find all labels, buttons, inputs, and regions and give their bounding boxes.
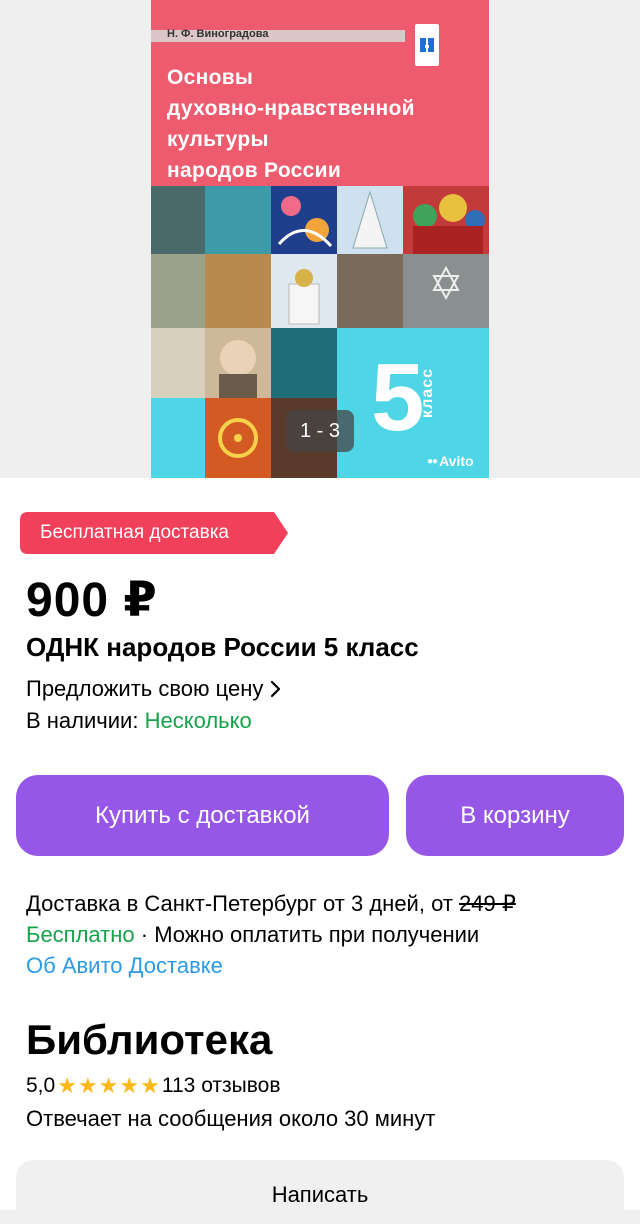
mosaic-tile — [337, 254, 403, 328]
cover-title-line: духовно-нравственной — [167, 97, 415, 120]
mosaic-tile — [151, 186, 205, 254]
delivery-payment-line: Бесплатно · Можно оплатить при получении — [26, 919, 626, 950]
avito-logo-icon: ●● — [427, 455, 438, 467]
reviews-count: 113 отзывов — [161, 1074, 281, 1097]
cover-title-line: Основы — [167, 66, 254, 89]
mosaic-tile — [403, 254, 489, 328]
cover-title-line: народов России — [167, 159, 342, 182]
rating-stars: ★ ★ ★ ★ ★ — [57, 1075, 160, 1097]
delivery-separator: · — [134, 922, 155, 947]
cover-grade-number: 5 — [371, 344, 425, 451]
cover-title-line: культуры — [167, 128, 269, 151]
mosaic-tile — [151, 254, 205, 328]
stock-value: Несколько — [144, 708, 252, 733]
star-icon: ★ — [119, 1073, 140, 1098]
cover-title: Основы духовно-нравственной культуры нар… — [167, 62, 477, 186]
free-delivery-badge: Бесплатная доставка — [20, 512, 288, 554]
mosaic-tile — [205, 398, 271, 478]
mosaic-tile — [403, 186, 489, 254]
cover-grade-word: класс — [419, 368, 436, 419]
stock-status: В наличии: Несколько — [26, 708, 252, 734]
listing-price: 900 ₽ — [26, 574, 158, 627]
delivery-info: Доставка в Санкт-Петербург от 3 дней, от… — [26, 888, 626, 981]
avito-watermark: ●● Avito — [427, 453, 474, 469]
buy-with-delivery-button[interactable]: Купить с доставкой — [16, 775, 389, 856]
seller-response-time: Отвечает на сообщения около 30 минут — [26, 1106, 436, 1131]
photo-gallery[interactable]: Н. Ф. Виноградова Основы духовно-нравств… — [0, 0, 640, 478]
listing-title: ОДНК народов России 5 класс — [26, 632, 419, 662]
delivery-payment-text: Можно оплатить при получении — [154, 922, 480, 947]
about-avito-delivery-link[interactable]: Об Авито Доставке — [26, 953, 223, 978]
book-cover-image: Н. Ф. Виноградова Основы духовно-нравств… — [151, 0, 489, 478]
delivery-line: Доставка в Санкт-Петербург от 3 дней, от… — [26, 888, 626, 919]
delivery-text: Доставка в Санкт-Петербург от 3 дней, от — [26, 891, 460, 916]
image-counter: 1 - 3 — [286, 410, 354, 452]
delivery-free-label: Бесплатно — [26, 922, 135, 947]
seller-name[interactable]: Библиотека — [26, 1016, 272, 1064]
mosaic-tile — [205, 254, 271, 328]
star-icon: ★ — [98, 1073, 119, 1098]
mosaic-tile — [337, 186, 403, 254]
offer-price-label: Предложить свою цену — [26, 676, 264, 701]
badge-label: Бесплатная доставка — [40, 522, 229, 543]
seller-rating[interactable]: 5,0 ★ ★ ★ ★ ★ 113 отзывов — [26, 1074, 281, 1098]
publisher-logo-icon — [415, 24, 439, 66]
mosaic-tile — [271, 254, 337, 328]
mosaic-tile — [205, 186, 271, 254]
delivery-old-price: 249 ₽ — [459, 891, 516, 916]
mosaic-tile — [271, 328, 337, 398]
star-icon: ★ — [77, 1073, 98, 1098]
mosaic-tile — [271, 186, 337, 254]
offer-price-link[interactable]: Предложить свою цену — [26, 676, 281, 702]
add-to-cart-button[interactable]: В корзину — [406, 775, 624, 856]
rating-value: 5,0 — [26, 1074, 56, 1097]
chevron-right-icon — [271, 680, 281, 698]
star-icon: ★ — [57, 1073, 77, 1098]
mosaic-tile — [205, 328, 271, 398]
cover-author: Н. Ф. Виноградова — [167, 28, 269, 40]
star-icon: ★ — [140, 1073, 160, 1098]
write-message-button[interactable]: Написать — [16, 1160, 624, 1224]
avito-watermark-text: Avito — [439, 453, 474, 469]
mosaic-tile — [151, 328, 205, 398]
stock-label: В наличии: — [26, 708, 139, 733]
